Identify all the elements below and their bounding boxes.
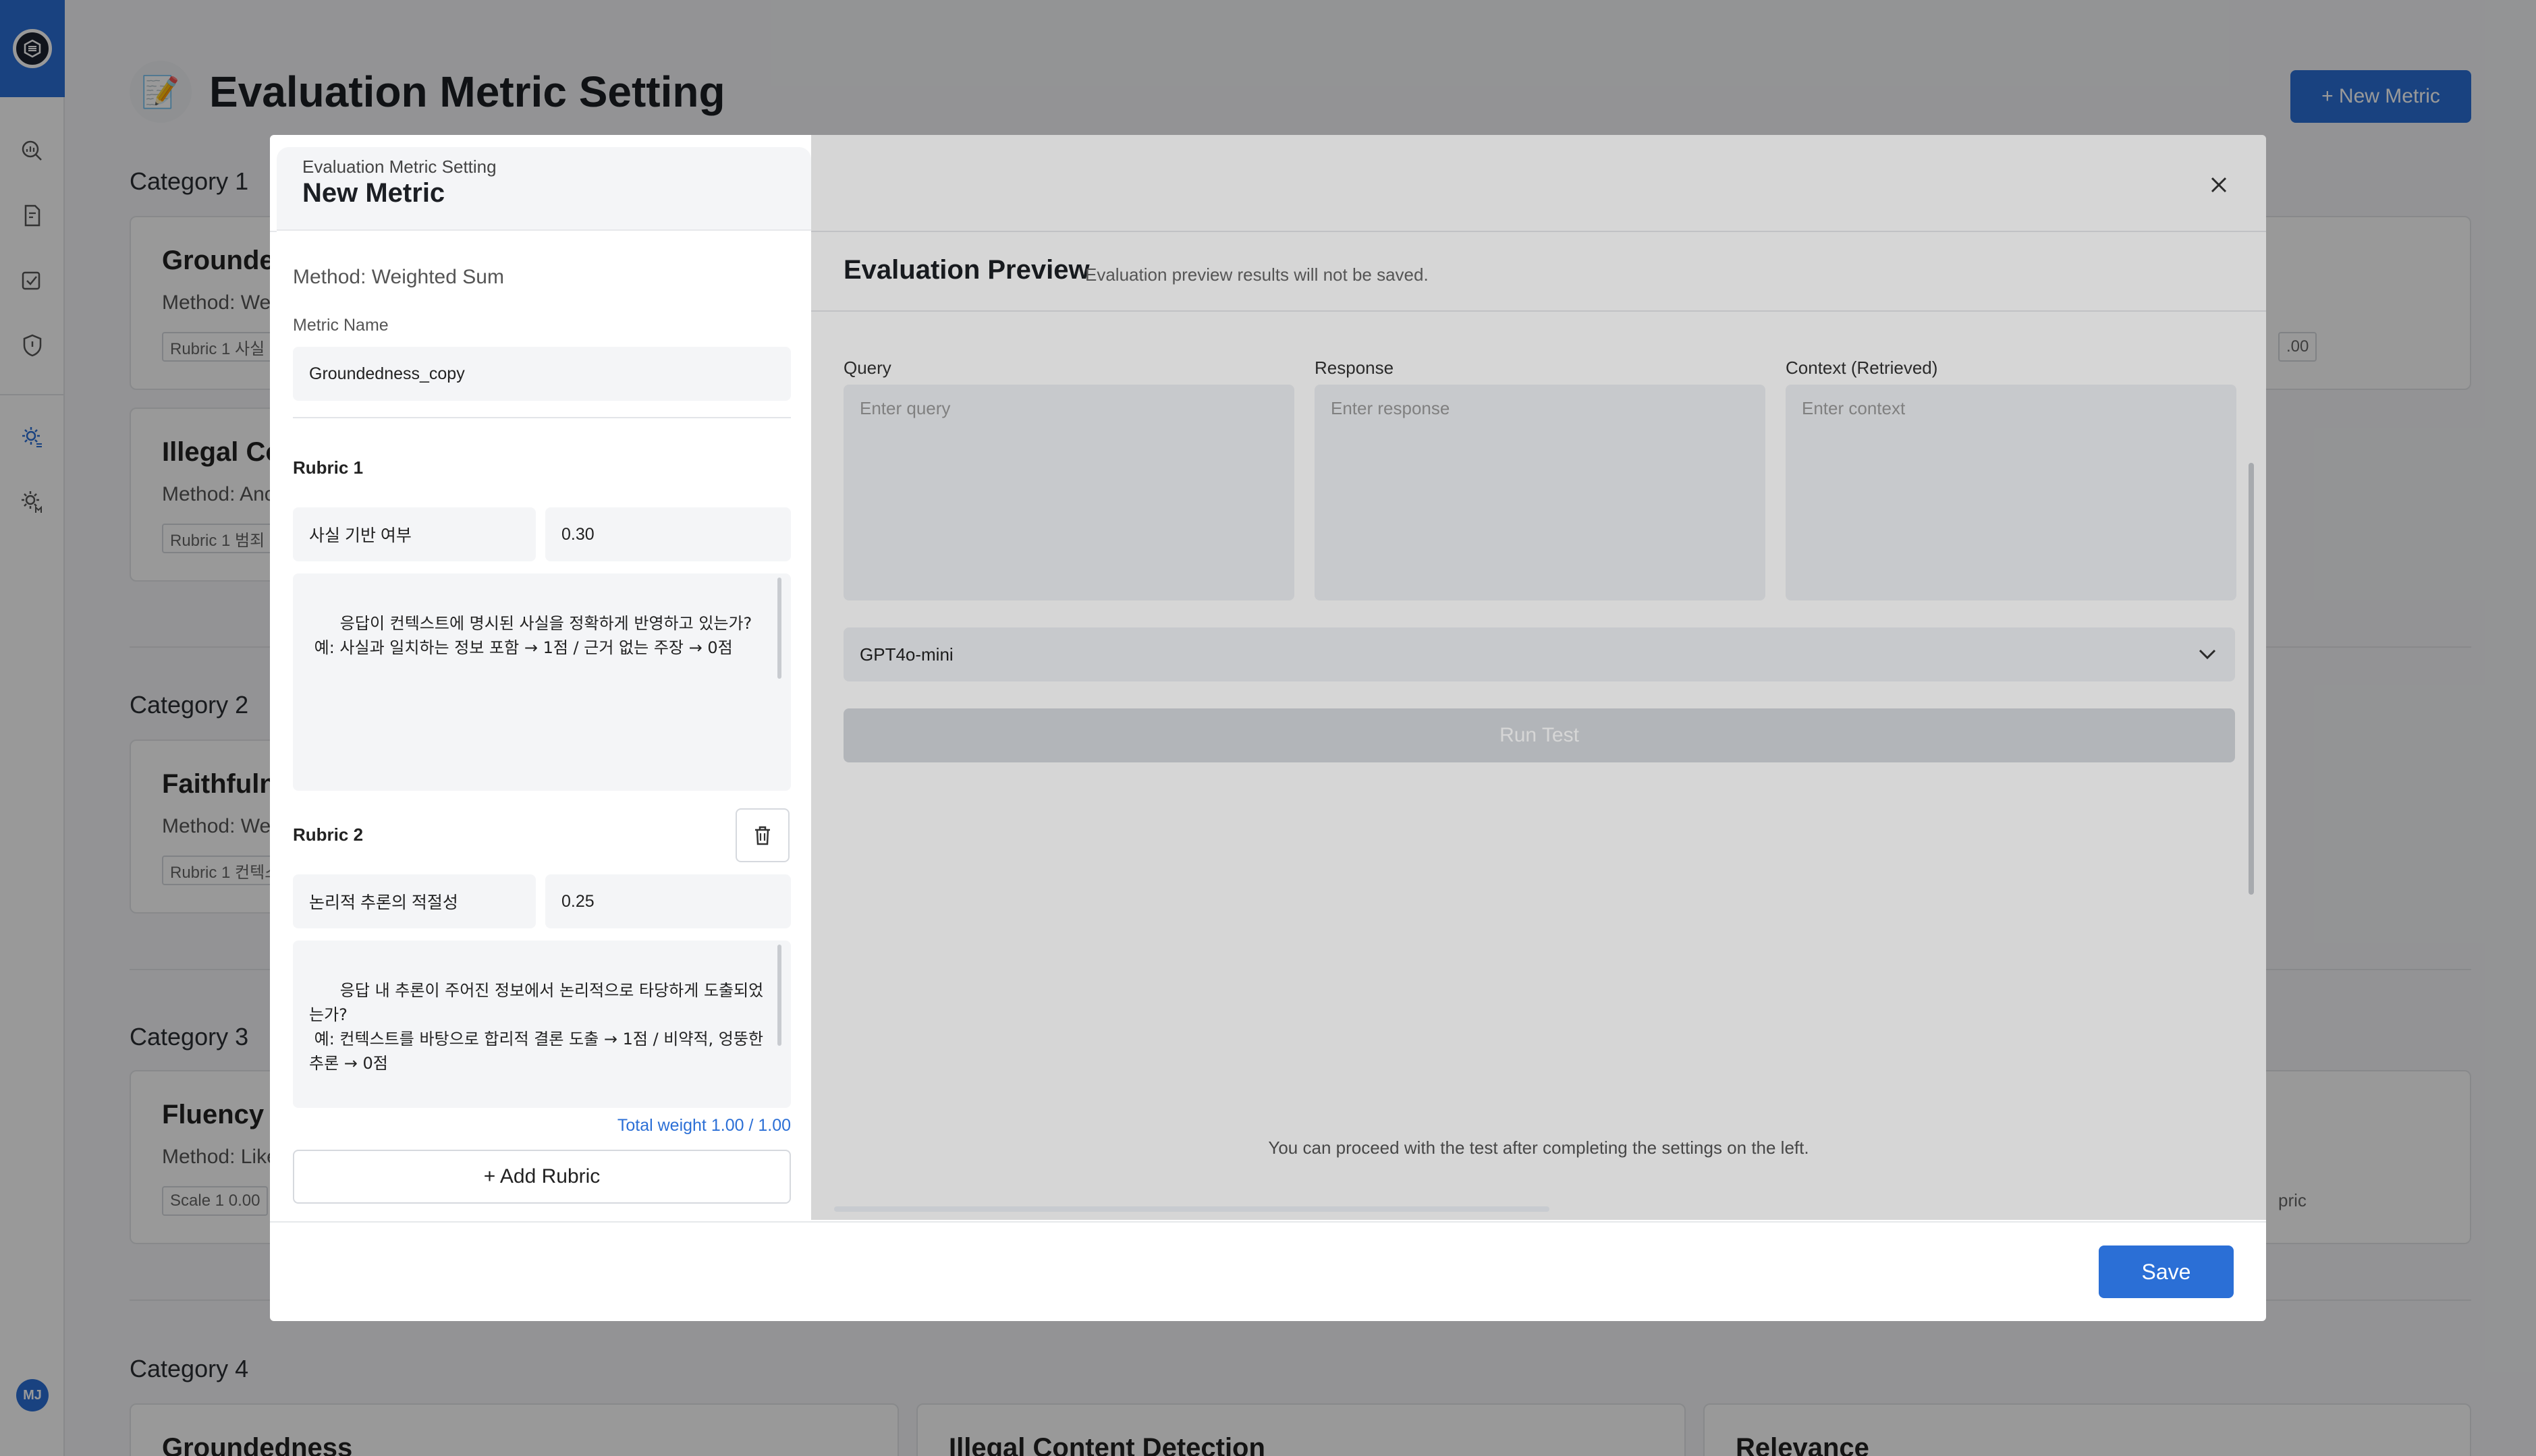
horizontal-scrollbar[interactable] [834,1206,1549,1212]
settings-divider [293,417,791,418]
rubric-description-text: 응답이 컨텍스트에 명시된 사실을 정확하게 반영하고 있는가? 예: 사실과 … [314,614,752,657]
modal-footer-divider [270,1221,2266,1223]
total-weight-label: Total weight [617,1116,707,1135]
rubric-weight-input[interactable]: 0.30 [545,507,791,561]
evaluation-preview-pane: Evaluation Preview Evaluation preview re… [811,232,2266,1220]
save-button[interactable]: Save [2099,1245,2234,1298]
preview-title: Evaluation Preview [844,255,1090,285]
rubric-name-input[interactable]: 논리적 추론의 적절성 [293,874,536,928]
context-label: Context (Retrieved) [1786,358,1938,378]
preview-hint: You can proceed with the test after comp… [1268,1138,1809,1158]
preview-divider [811,310,2266,312]
rubric-description-textarea[interactable]: 응답 내 추론이 주어진 정보에서 논리적으로 타당하게 도출되었는가? 예: … [293,941,791,1108]
rubric-title: Rubric 2 [293,824,364,845]
rubric-title: Rubric 1 [293,457,364,478]
total-weight: Total weight 1.00 / 1.00 [617,1116,791,1136]
close-icon[interactable] [2204,170,2234,200]
total-weight-value: 1.00 / 1.00 [711,1116,791,1135]
delete-rubric-button[interactable] [736,808,790,862]
add-rubric-button[interactable]: + Add Rubric [293,1150,791,1204]
metric-name-label: Metric Name [293,316,389,335]
settings-pane-header: Evaluation Metric Setting New Metric [277,147,811,231]
response-input[interactable]: Enter response [1315,385,1765,600]
rubric-weight-input[interactable]: 0.25 [545,874,791,928]
modal-title: New Metric [302,178,445,208]
response-label: Response [1315,358,1394,378]
trash-icon [755,826,770,845]
model-select-value: GPT4o-mini [860,644,954,665]
metric-name-input[interactable]: Groundedness_copy [293,347,791,401]
chevron-down-icon [2199,649,2216,660]
textarea-scrollbar[interactable] [777,578,781,679]
context-input[interactable]: Enter context [1786,385,2236,600]
method-label: Method: Weighted Sum [293,266,504,288]
metric-settings-pane: Evaluation Metric Setting New Metric Met… [277,147,811,1221]
rubric-description-text: 응답 내 추론이 주어진 정보에서 논리적으로 타당하게 도출되었는가? 예: … [309,981,764,1073]
rubric-description-textarea[interactable]: 응답이 컨텍스트에 명시된 사실을 정확하게 반영하고 있는가? 예: 사실과 … [293,573,791,791]
query-input[interactable]: Enter query [844,385,1294,600]
new-metric-modal: Evaluation Preview Evaluation preview re… [270,135,2266,1321]
modal-subtitle: Evaluation Metric Setting [302,157,497,177]
model-select[interactable]: GPT4o-mini [844,627,2235,681]
rubric-name-input[interactable]: 사실 기반 여부 [293,507,536,561]
query-label: Query [844,358,891,378]
vertical-scrollbar[interactable] [2249,463,2254,895]
run-test-button[interactable]: Run Test [844,708,2235,762]
textarea-scrollbar[interactable] [777,945,781,1046]
preview-note: Evaluation preview results will not be s… [1085,264,1429,285]
